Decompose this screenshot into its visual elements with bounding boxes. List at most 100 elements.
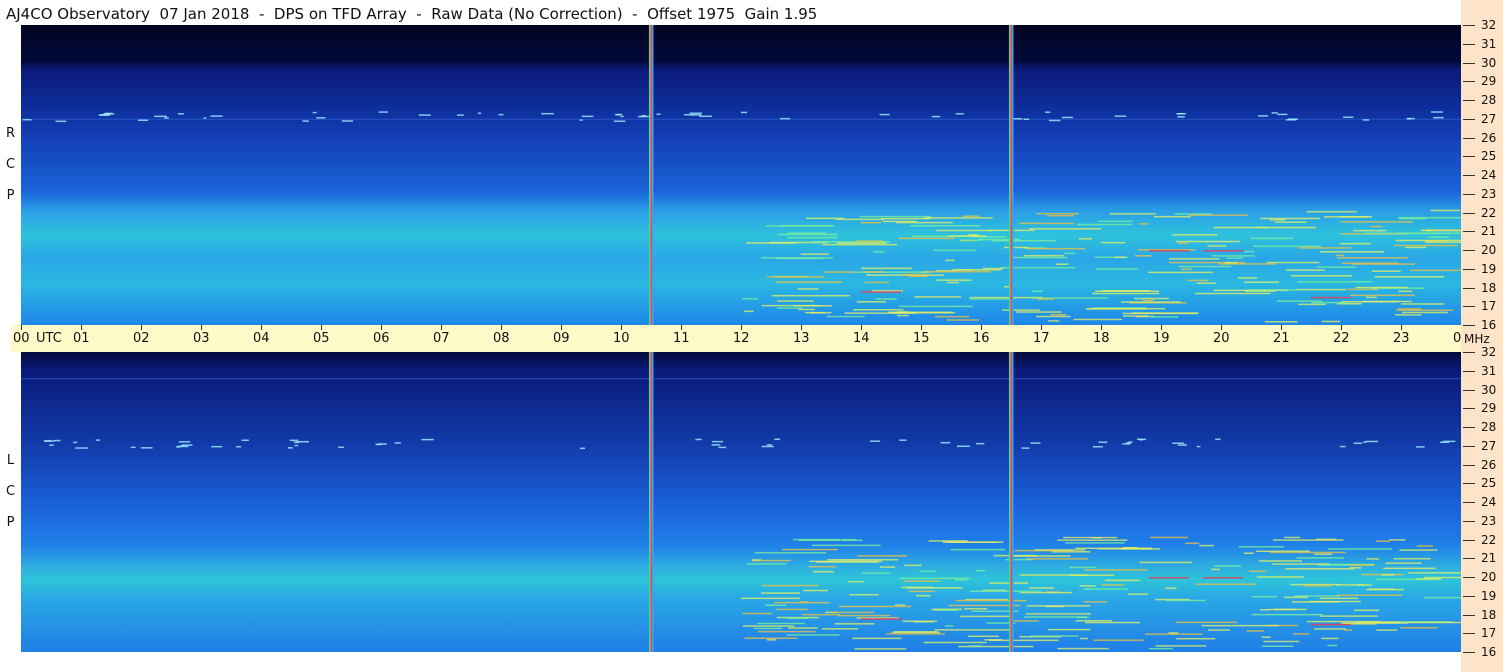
lcp-signal bbox=[964, 608, 988, 610]
freq-tick-mark bbox=[1463, 193, 1475, 195]
lcp-signal bbox=[1353, 442, 1363, 445]
lcp-signal bbox=[1303, 585, 1332, 587]
lcp-marker-0 bbox=[650, 352, 652, 652]
rcp-signal bbox=[684, 114, 694, 116]
lcp-signal bbox=[1098, 441, 1108, 443]
time-tick-mark bbox=[201, 325, 202, 330]
rcp-signal bbox=[1355, 286, 1408, 289]
lcp-signal bbox=[1092, 537, 1102, 539]
rcp-signal bbox=[1114, 256, 1126, 259]
rcp-signal bbox=[105, 112, 113, 115]
lcp-signal bbox=[822, 628, 859, 630]
rcp-signal bbox=[914, 296, 962, 298]
lcp-signal bbox=[1243, 552, 1254, 555]
lcp-signal bbox=[1065, 542, 1125, 544]
mhz-unit: MHz bbox=[1464, 332, 1490, 346]
lcp-signal bbox=[1127, 593, 1149, 595]
rcp-signal bbox=[1147, 271, 1213, 274]
rcp-signal bbox=[1353, 229, 1387, 232]
rcp-signal bbox=[1401, 303, 1445, 305]
time-tick-mark bbox=[1281, 325, 1282, 330]
rcp-signal bbox=[1019, 222, 1074, 225]
freq-tick-mark bbox=[1463, 502, 1475, 503]
lcp-signal bbox=[421, 438, 434, 441]
time-tick-label: 23 bbox=[1393, 331, 1410, 346]
lcp-signal bbox=[1238, 546, 1285, 548]
lcp-signal bbox=[1075, 547, 1153, 550]
rcp-signal bbox=[861, 267, 912, 270]
rcp-signal bbox=[902, 273, 927, 276]
time-tick-label: 07 bbox=[433, 331, 450, 346]
rcp-signal bbox=[1114, 115, 1127, 117]
lcp-signal bbox=[1195, 583, 1256, 586]
rcp-signal bbox=[1425, 229, 1461, 232]
lcp-signal bbox=[1285, 568, 1355, 570]
rcp-signal bbox=[1244, 250, 1255, 253]
time-tick-label: 19 bbox=[1153, 331, 1170, 346]
freq-tick-mark bbox=[1463, 614, 1475, 616]
lcp-signal bbox=[1139, 439, 1144, 441]
rcp-signal bbox=[1249, 289, 1298, 291]
lcp-signal bbox=[766, 444, 773, 446]
lcp-signal bbox=[1208, 629, 1231, 631]
freq-tick-mark bbox=[1463, 306, 1475, 308]
lcp-signal bbox=[774, 438, 781, 441]
time-tick-mark bbox=[561, 325, 562, 330]
freq-tick-mark bbox=[1463, 408, 1475, 410]
rcp-signal bbox=[835, 218, 884, 221]
rcp-signal bbox=[1098, 220, 1134, 223]
lcp-signal bbox=[54, 439, 61, 442]
lcp-signal bbox=[1069, 574, 1115, 576]
lcp-signal bbox=[838, 605, 912, 608]
lcp-signal bbox=[1080, 637, 1089, 640]
lcp-signal bbox=[869, 440, 881, 442]
rcp-signal bbox=[177, 113, 184, 115]
rcp-signal bbox=[1091, 292, 1160, 295]
lcp-signal bbox=[182, 444, 193, 446]
lcp-signal bbox=[801, 613, 841, 616]
rcp-signal bbox=[1150, 316, 1179, 318]
lcp-signal bbox=[211, 445, 223, 448]
freq-tick-label: 25 bbox=[1481, 476, 1497, 491]
rcp-signal bbox=[1316, 266, 1357, 268]
lcp-signal bbox=[695, 438, 702, 441]
time-tick-label: 14 bbox=[853, 331, 870, 346]
lcp-signal bbox=[956, 445, 970, 448]
lcp-signal bbox=[782, 548, 838, 551]
lcp-signal bbox=[140, 447, 153, 449]
lcp-signal bbox=[1385, 562, 1422, 564]
rcp-signal bbox=[1002, 309, 1040, 311]
rcp-signal bbox=[908, 275, 928, 278]
lcp-label: L C P bbox=[0, 445, 21, 538]
lcp-signal bbox=[1321, 637, 1339, 640]
rcp-signal bbox=[879, 113, 890, 116]
lcp-signal bbox=[1057, 539, 1128, 541]
lcp-signal bbox=[1258, 560, 1303, 562]
rcp-signal bbox=[875, 298, 897, 300]
lcp-signal bbox=[1019, 591, 1072, 594]
lcp-signal bbox=[1045, 605, 1064, 608]
rcp-signal bbox=[1349, 294, 1416, 297]
rcp-signal bbox=[860, 222, 882, 224]
rcp-signal bbox=[1003, 246, 1029, 249]
rcp-signal bbox=[1269, 219, 1286, 221]
rcp-hline bbox=[21, 118, 1461, 120]
time-tick-mark bbox=[681, 325, 682, 330]
freq-tick-label: 19 bbox=[1481, 261, 1497, 276]
freq-tick-label: 31 bbox=[1481, 36, 1497, 51]
rcp-signal bbox=[1340, 221, 1414, 223]
freq-tick-mark bbox=[1463, 427, 1475, 428]
freq-tick-label: 21 bbox=[1481, 224, 1497, 239]
lcp-signal bbox=[1077, 616, 1089, 619]
rcp-signal bbox=[890, 312, 956, 314]
rcp-signal bbox=[898, 237, 955, 240]
freq-tick-mark bbox=[1463, 520, 1475, 522]
lcp-signal bbox=[1263, 640, 1300, 643]
rcp-signal bbox=[689, 112, 702, 114]
rcp-signal bbox=[1224, 262, 1238, 264]
rcp-signal bbox=[933, 249, 976, 252]
time-tick-label: 13 bbox=[793, 331, 810, 346]
rcp-signal bbox=[1016, 311, 1062, 313]
lcp-signal bbox=[1327, 548, 1393, 550]
lcp-signal bbox=[1057, 647, 1109, 650]
